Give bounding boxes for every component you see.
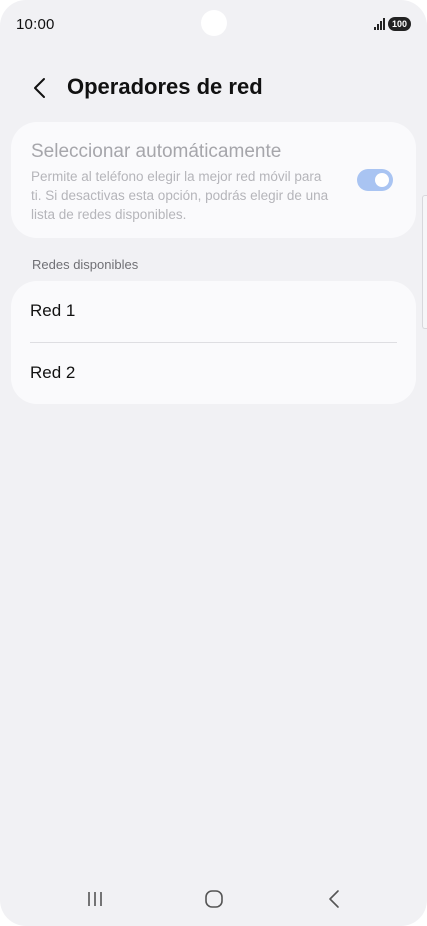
toggle-knob	[375, 173, 389, 187]
status-icons: 100	[373, 17, 411, 31]
nav-back-button[interactable]	[314, 884, 354, 914]
recents-icon	[88, 892, 102, 906]
battery-icon: 100	[387, 17, 411, 31]
scrollbar[interactable]	[422, 195, 427, 329]
home-icon	[205, 890, 223, 908]
status-time: 10:00	[16, 16, 55, 33]
network-item-red-2[interactable]: Red 2	[11, 343, 416, 405]
navigation-bar	[0, 874, 427, 926]
back-button[interactable]	[26, 74, 54, 102]
status-bar: 10:00 100	[0, 0, 427, 52]
recents-button[interactable]	[75, 884, 115, 914]
chevron-left-icon	[34, 78, 45, 98]
home-button[interactable]	[194, 884, 234, 914]
app-header: Operadores de red	[0, 68, 427, 108]
network-label: Red 2	[30, 363, 76, 382]
page-title: Operadores de red	[67, 74, 263, 99]
networks-list: Red 1 Red 2	[11, 281, 416, 404]
auto-select-description: Permite al teléfono elegir la mejor red …	[31, 169, 329, 222]
network-item-red-1[interactable]: Red 1	[11, 281, 416, 343]
front-camera	[201, 10, 227, 36]
auto-select-setting[interactable]: Seleccionar automáticamente Permite al t…	[11, 122, 416, 238]
network-label: Red 1	[30, 301, 76, 320]
auto-select-toggle[interactable]	[357, 169, 393, 191]
back-icon	[329, 890, 339, 908]
signal-icon	[373, 18, 385, 30]
phone-screen: 10:00 100 Operadores de red Seleccionar …	[0, 0, 427, 926]
auto-select-title: Seleccionar automáticamente	[31, 141, 282, 162]
section-label-available-networks: Redes disponibles	[32, 257, 139, 272]
